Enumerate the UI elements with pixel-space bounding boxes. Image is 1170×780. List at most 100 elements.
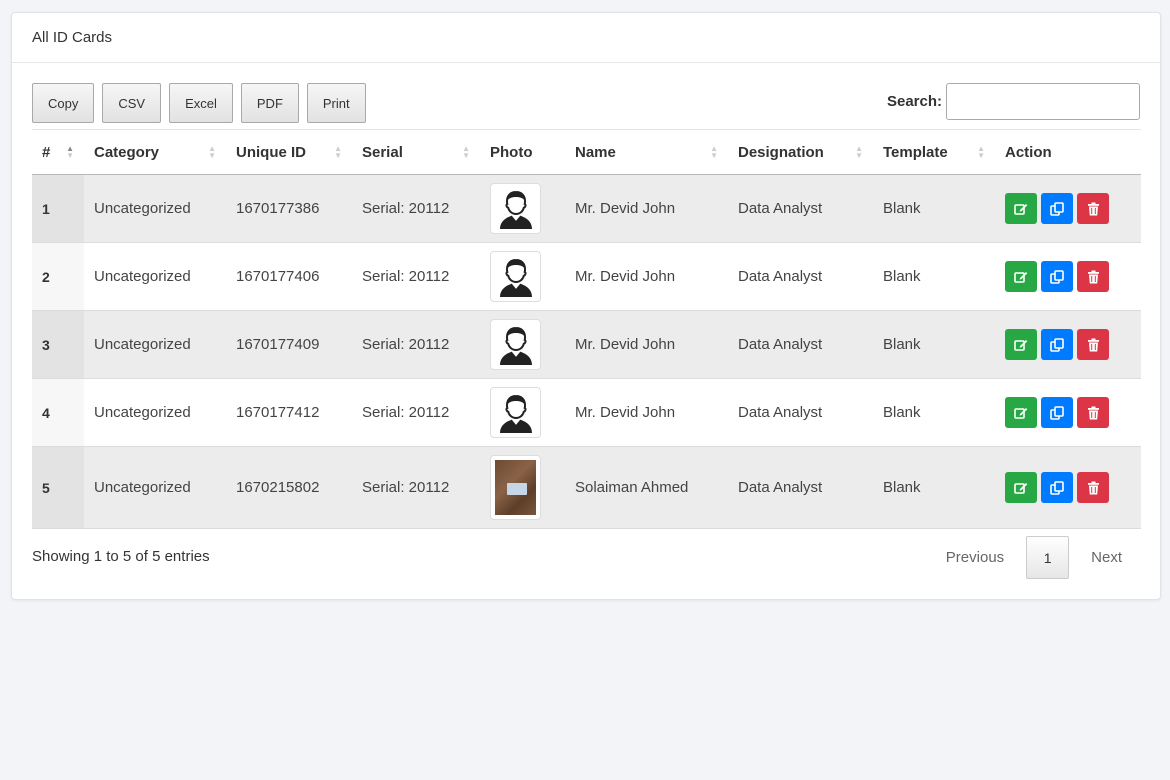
serial-cell: Serial: 20112 [352,242,480,311]
designation-cell: Data Analyst [728,242,873,311]
edit-button[interactable] [1005,193,1037,224]
page-1-button[interactable]: 1 [1026,536,1070,579]
photo-cell [480,378,565,447]
row-actions [1005,397,1131,428]
col-category[interactable]: Category ▲ ▼ [84,129,226,175]
next-page-button[interactable]: Next [1073,549,1140,566]
search-label: Search: [886,93,942,110]
csv-button[interactable]: CSV [102,83,162,123]
col-number[interactable]: # ▲ ▼ [32,129,84,175]
sort-asc-icon: ▲ ▼ [66,144,74,160]
serial-cell: Serial: 20112 [352,310,480,379]
sort-icon: ▲ ▼ [462,144,470,160]
edit-button[interactable] [1005,472,1037,503]
previous-page-button[interactable]: Previous [928,549,1022,566]
category-cell: Uncategorized [84,242,226,311]
sort-icon: ▲ ▼ [977,144,985,160]
col-photo: Photo [480,129,565,175]
designation-cell: Data Analyst [728,174,873,243]
trash-icon [1087,270,1100,284]
table-row: 3 Uncategorized 1670177409 Serial: 20112 Mr.… [32,310,1141,379]
unique-id-cell: 1670177412 [226,378,352,447]
template-cell: Blank [873,446,995,529]
row-actions [1005,472,1131,503]
col-designation[interactable]: Designation ▲ ▼ [728,129,873,175]
edit-button[interactable] [1005,329,1037,360]
col-action: Action [995,129,1141,175]
template-cell: Blank [873,378,995,447]
serial-cell: Serial: 20112 [352,446,480,529]
row-actions [1005,193,1131,224]
export-toolbar: Copy CSV Excel PDF Print [32,83,366,123]
edit-icon [1014,202,1028,216]
trash-icon [1087,338,1100,352]
unique-id-cell: 1670177409 [226,310,352,379]
photo-cell [480,446,565,529]
sort-icon: ▲ ▼ [855,144,863,160]
duplicate-button[interactable] [1041,329,1073,360]
photo-cell [480,174,565,243]
sort-icon: ▲ ▼ [208,144,216,160]
table-header-row: # ▲ ▼ Category ▲ ▼ Unique ID ▲ ▼ Serial ▲ ▼ Phot… [32,129,1141,175]
duplicate-button[interactable] [1041,261,1073,292]
id-cards-panel: All ID Cards Copy CSV Excel PDF Print Se… [11,12,1161,600]
avatar-icon [490,183,541,234]
category-cell: Uncategorized [84,174,226,243]
duplicate-button[interactable] [1041,193,1073,224]
table-row: 2 Uncategorized 1670177406 Serial: 20112 Mr.… [32,242,1141,311]
row-actions [1005,261,1131,292]
edit-icon [1014,270,1028,284]
designation-cell: Data Analyst [728,378,873,447]
delete-button[interactable] [1077,261,1109,292]
photo-cell [480,310,565,379]
panel-title: All ID Cards [32,29,113,46]
table-row: 1 Uncategorized 1670177386 Serial: 20112 Mr.… [32,174,1141,243]
edit-button[interactable] [1005,261,1037,292]
table-row: 5 Uncategorized 1670215802 Serial: 20112 Sol… [32,446,1141,529]
category-cell: Uncategorized [84,446,226,529]
duplicate-button[interactable] [1041,472,1073,503]
copy-icon [1050,405,1064,420]
designation-cell: Data Analyst [728,310,873,379]
duplicate-button[interactable] [1041,397,1073,428]
excel-button[interactable]: Excel [169,83,233,123]
delete-button[interactable] [1077,329,1109,360]
search-box: Search: [887,83,1140,120]
copy-button[interactable]: Copy [32,83,95,123]
unique-id-cell: 1670177386 [226,174,352,243]
copy-icon [1050,269,1064,284]
avatar-icon [490,387,541,438]
trash-icon [1087,202,1100,216]
template-cell: Blank [873,174,995,243]
col-name[interactable]: Name ▲ ▼ [565,129,728,175]
name-cell: Mr. Devid John [565,378,728,447]
sort-icon: ▲ ▼ [710,144,718,160]
copy-icon [1050,201,1064,216]
delete-button[interactable] [1077,472,1109,503]
unique-id-cell: 1670177406 [226,242,352,311]
edit-button[interactable] [1005,397,1037,428]
action-cell [995,378,1141,447]
template-cell: Blank [873,310,995,379]
col-unique-id[interactable]: Unique ID ▲ ▼ [226,129,352,175]
pdf-button[interactable]: PDF [240,83,299,123]
name-cell: Solaiman Ahmed [565,446,728,529]
delete-button[interactable] [1077,193,1109,224]
col-serial[interactable]: Serial ▲ ▼ [352,129,480,175]
avatar-icon [490,319,541,370]
category-cell: Uncategorized [84,310,226,379]
row-number: 4 [32,378,84,447]
row-number: 3 [32,310,84,379]
avatar-icon [490,251,541,302]
category-cell: Uncategorized [84,378,226,447]
name-cell: Mr. Devid John [565,310,728,379]
row-number: 5 [32,446,84,529]
action-cell [995,310,1141,379]
row-actions [1005,329,1131,360]
pagination: Previous 1 Next [928,536,1140,579]
col-template[interactable]: Template ▲ ▼ [873,129,995,175]
entries-info: Showing 1 to 5 of 5 entries [32,548,210,565]
search-input[interactable] [946,83,1140,120]
delete-button[interactable] [1077,397,1109,428]
print-button[interactable]: Print [306,83,366,123]
